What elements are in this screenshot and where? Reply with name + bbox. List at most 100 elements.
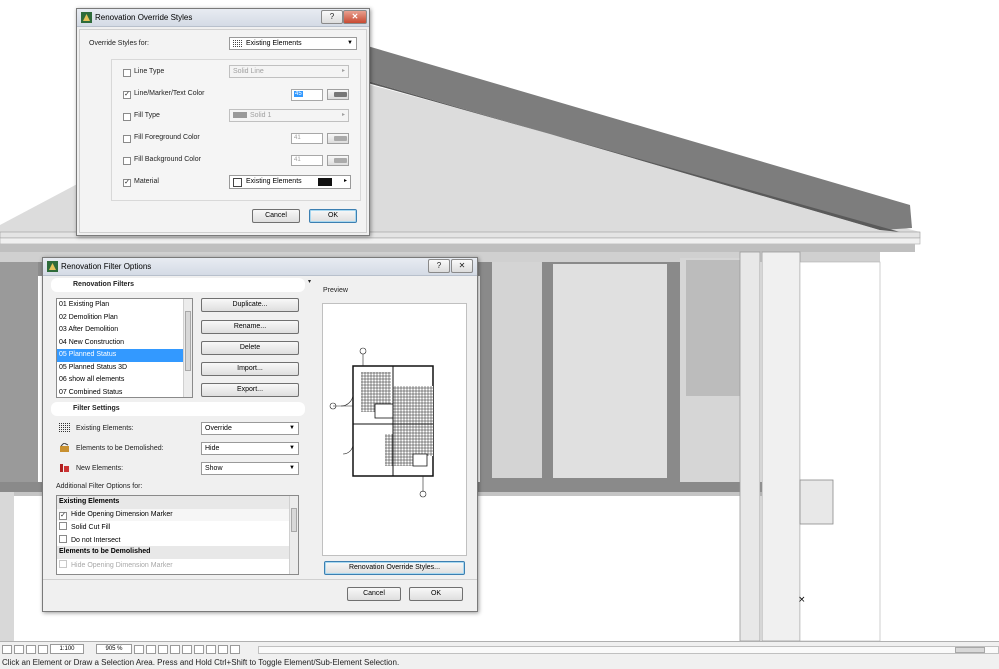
options-scrollbar[interactable] [289,496,298,574]
override-dialog-title: Renovation Override Styles [95,13,193,22]
option-checkbox[interactable] [59,522,67,530]
solid-fill-icon [233,112,247,119]
option-checkbox [59,559,67,568]
help-button[interactable]: ? [321,10,343,24]
existing-elements-icon [59,423,70,432]
fill-type-label: Fill Type [134,112,160,119]
fill-type-dropdown[interactable]: Solid 1 ▸ [229,109,349,122]
filter-item[interactable]: 05 Planned Status 3D [57,362,192,375]
pan-icon[interactable] [170,645,180,654]
override-dialog-titlebar[interactable]: Renovation Override Styles ? ✕ [77,9,369,27]
zoom-menu-icon[interactable] [134,645,144,654]
override-cancel-button[interactable]: Cancel [252,209,300,223]
panel-menu-arrow[interactable]: ▾ [308,278,311,285]
undo-zoom-icon[interactable] [14,645,24,654]
filter-item[interactable]: 02 Demolition Plan [57,312,192,325]
settings-heading: Filter Settings [73,405,120,412]
option-group: Existing Elements [57,496,298,509]
filter-item[interactable]: 04 New Construction [57,337,192,350]
preview-panel [322,303,467,556]
chevron-down-icon: ▼ [289,445,295,451]
duplicate-button[interactable]: Duplicate... [201,298,299,312]
chevron-right-icon: ▸ [341,68,345,74]
demolished-elements-icon [60,443,69,452]
navigate-icon[interactable] [218,645,228,654]
view-icon[interactable] [38,645,48,654]
close-button[interactable]: ✕ [343,10,367,24]
orbit-icon[interactable] [182,645,192,654]
filters-list[interactable]: 01 Existing Plan 02 Demolition Plan 03 A… [56,298,193,398]
fill-background-pen-field[interactable]: 41 [291,155,323,166]
option-checkbox[interactable] [59,534,67,543]
horizontal-scrollbar[interactable] [258,646,999,654]
new-elements-dropdown[interactable]: Show ▼ [201,462,299,475]
filter-item[interactable]: 07 Combined Status [57,387,192,398]
new-elements-icon [60,464,69,472]
preview-label: Preview [323,287,348,294]
fill-foreground-pen-field[interactable]: 41 [291,133,323,144]
filter-item[interactable]: 01 Existing Plan [57,299,192,312]
filter-item[interactable]: 03 After Demolition [57,324,192,337]
option-item[interactable]: Solid Cut Fill [57,521,298,534]
fill-background-pen-button[interactable] [327,155,349,166]
fill-foreground-checkbox[interactable] [123,135,131,143]
scale-field[interactable]: 1:100 [50,644,84,654]
material-checkbox[interactable]: ✓ [123,179,131,187]
fill-background-checkbox[interactable] [123,157,131,165]
existing-elements-label: Existing Elements: [76,425,134,432]
status-bar: 1:100 905 % Click an Element or Draw a S… [0,641,999,669]
filter-dialog-titlebar[interactable]: Renovation Filter Options ? ✕ [43,258,477,276]
rename-button[interactable]: Rename... [201,320,299,334]
line-type-dropdown[interactable]: Solid Line ▸ [229,65,349,78]
option-item[interactable]: ✓ Hide Opening Dimension Marker [57,508,298,521]
override-for-label: Override Styles for: [89,40,149,47]
divider [43,579,477,580]
demolished-elements-dropdown[interactable]: Hide ▼ [201,442,299,455]
option-item[interactable]: Do not Intersect [57,534,298,547]
zoom-window-icon[interactable] [194,645,204,654]
fill-foreground-pen-button[interactable] [327,133,349,144]
line-color-pen-button[interactable] [327,89,349,100]
material-dropdown[interactable]: Existing Elements ▸ [229,175,351,189]
override-ok-button[interactable]: OK [309,209,357,223]
zoom-out-icon[interactable] [158,645,168,654]
hatch-icon [233,40,243,47]
zoom-tools-icon[interactable] [230,645,240,654]
floor-plan-preview [329,347,434,498]
additional-options-list[interactable]: Existing Elements ✓ Hide Opening Dimensio… [56,495,299,575]
existing-elements-dropdown[interactable]: Override ▼ [201,422,299,435]
additional-options-label: Additional Filter Options for: [56,483,143,490]
filter-cancel-button[interactable]: Cancel [347,587,401,601]
import-button[interactable]: Import... [201,362,299,376]
filter-item[interactable]: 06 show all elements [57,374,192,387]
chevron-down-icon: ▼ [347,40,353,46]
filter-dialog-title: Renovation Filter Options [61,262,152,271]
zoom-in-icon[interactable] [146,645,156,654]
fit-icon[interactable] [26,645,36,654]
export-button[interactable]: Export... [201,383,299,397]
material-swatch-white [233,178,242,187]
filters-scrollbar[interactable] [183,299,192,397]
line-color-pen-field[interactable]: 45 [291,89,323,101]
help-button[interactable]: ? [428,259,450,273]
scrollbar-thumb[interactable] [955,647,985,653]
demolished-elements-label: Elements to be Demolished: [76,445,164,452]
override-styles-button[interactable]: Renovation Override Styles... [324,561,465,575]
fit-window-icon[interactable] [206,645,216,654]
override-for-dropdown[interactable]: Existing Elements ▼ [229,37,357,50]
chevron-right-icon: ▸ [341,112,345,118]
delete-button[interactable]: Delete [201,341,299,355]
line-type-label: Line Type [134,68,165,75]
option-checkbox[interactable]: ✓ [59,511,67,520]
filter-item-selected[interactable]: 05 Planned Status [57,349,192,362]
layout-icon[interactable] [2,645,12,654]
filter-ok-button[interactable]: OK [409,587,463,601]
close-button[interactable]: ✕ [451,259,473,273]
fill-type-checkbox[interactable] [123,113,131,121]
chevron-down-icon: ▼ [289,425,295,431]
fill-foreground-label: Fill Foreground Color [134,134,200,141]
option-group: Elements to be Demolished [57,546,298,559]
line-color-checkbox[interactable]: ✓ [123,91,131,99]
line-type-checkbox[interactable] [123,69,131,77]
zoom-field[interactable]: 905 % [96,644,132,654]
